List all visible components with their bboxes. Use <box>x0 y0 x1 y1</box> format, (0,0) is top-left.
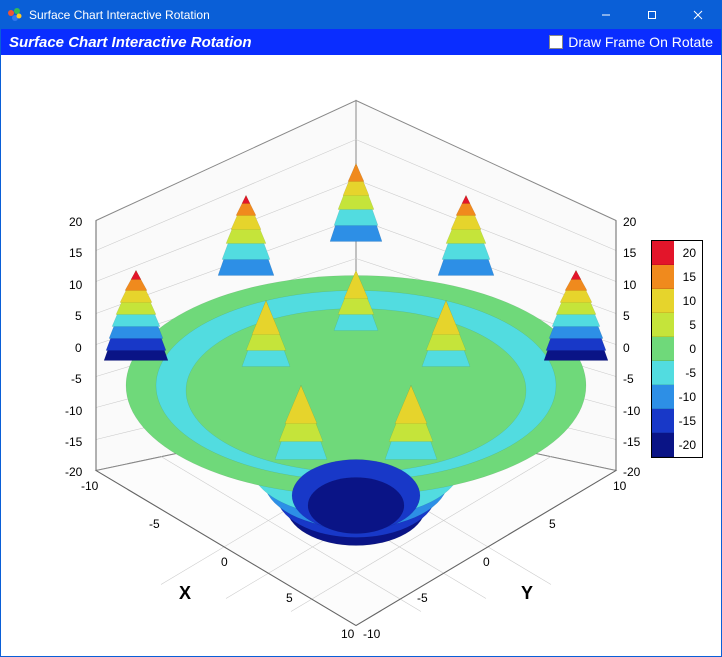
z-tick: -20 <box>65 465 82 479</box>
titlebar[interactable]: Surface Chart Interactive Rotation <box>1 1 721 29</box>
y-tick: 5 <box>549 517 556 531</box>
z-tick-r: 20 <box>623 215 636 229</box>
y-tick: -10 <box>363 627 380 641</box>
x-axis-label: X <box>179 583 191 604</box>
z-tick: -15 <box>65 435 82 449</box>
draw-frame-label: Draw Frame On Rotate <box>568 34 713 50</box>
legend-row: -20 <box>652 433 702 457</box>
z-tick: 10 <box>69 278 82 292</box>
x-tick: 10 <box>341 627 354 641</box>
x-tick: -5 <box>149 517 160 531</box>
draw-frame-checkbox[interactable] <box>549 35 563 49</box>
minimize-button[interactable] <box>583 1 629 29</box>
legend-row: 20 <box>652 241 702 265</box>
legend-row: -10 <box>652 385 702 409</box>
window-title: Surface Chart Interactive Rotation <box>29 8 583 22</box>
z-tick-r: 15 <box>623 246 636 260</box>
toolbar: Surface Chart Interactive Rotation Draw … <box>1 29 721 55</box>
maximize-button[interactable] <box>629 1 675 29</box>
z-tick: -10 <box>65 404 82 418</box>
z-tick-r: 5 <box>623 309 630 323</box>
z-tick-r: -10 <box>623 404 640 418</box>
y-axis-label: Y <box>521 583 533 604</box>
legend-row: -15 <box>652 409 702 433</box>
app-window: Surface Chart Interactive Rotation Surfa… <box>0 0 722 657</box>
y-tick: -5 <box>417 591 428 605</box>
z-tick: 5 <box>75 309 82 323</box>
x-tick: 0 <box>221 555 228 569</box>
z-tick-r: -20 <box>623 465 640 479</box>
legend-row: 10 <box>652 289 702 313</box>
window-controls <box>583 1 721 29</box>
legend-row: 15 <box>652 265 702 289</box>
x-tick: 5 <box>286 591 293 605</box>
y-tick: 10 <box>613 479 626 493</box>
z-tick: -5 <box>71 372 82 386</box>
toolbar-title: Surface Chart Interactive Rotation <box>9 34 549 51</box>
close-button[interactable] <box>675 1 721 29</box>
surface-plot-svg <box>1 55 721 656</box>
z-tick-r: -15 <box>623 435 640 449</box>
x-tick: -10 <box>81 479 98 493</box>
chart-3d-surface[interactable]: 20 15 10 5 0 -5 -10 -15 -20 20 15 10 5 0… <box>1 55 721 656</box>
legend-row: 0 <box>652 337 702 361</box>
legend-row: -5 <box>652 361 702 385</box>
draw-frame-checkbox-wrap[interactable]: Draw Frame On Rotate <box>549 34 713 50</box>
z-tick: 20 <box>69 215 82 229</box>
z-tick: 15 <box>69 246 82 260</box>
z-tick-r: 10 <box>623 278 636 292</box>
z-tick-r: -5 <box>623 372 634 386</box>
legend-row: 5 <box>652 313 702 337</box>
z-tick-r: 0 <box>623 341 630 355</box>
y-tick: 0 <box>483 555 490 569</box>
z-tick: 0 <box>75 341 82 355</box>
app-icon <box>7 7 23 23</box>
color-legend: 20 15 10 5 0 -5 -10 -15 -20 <box>651 240 703 458</box>
